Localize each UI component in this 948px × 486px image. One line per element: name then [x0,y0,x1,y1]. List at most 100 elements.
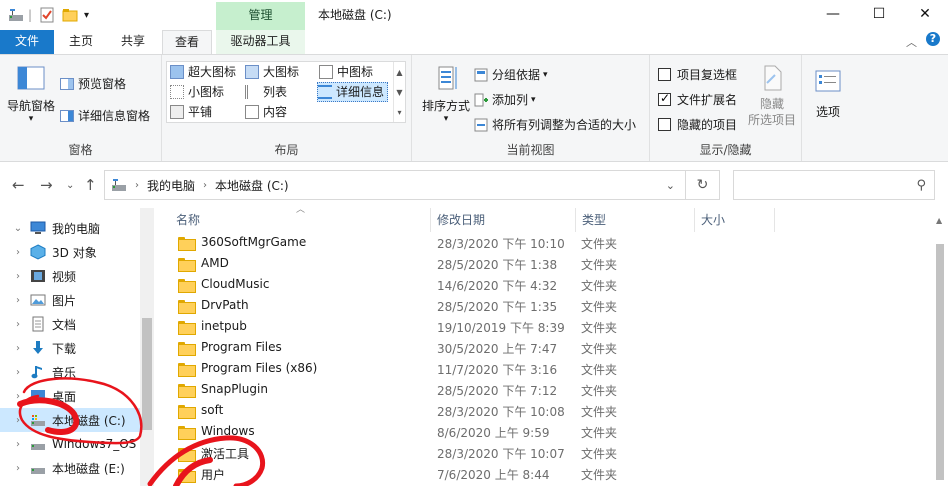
table-row[interactable]: AMD 28/5/2020 下午 1:38 文件夹 [168,253,938,274]
breadcrumb-separator-icon[interactable]: › [135,180,139,191]
minimize-icon[interactable]: — [810,0,856,28]
item-checkboxes-toggle[interactable]: 项目复选框 [658,66,737,83]
file-extensions-toggle[interactable]: 文件扩展名 [658,91,737,108]
layout-small-icons[interactable]: 小图标 [170,82,224,102]
details-pane-button[interactable]: 详细信息窗格 [60,107,150,124]
collapsed-chevron-icon[interactable]: › [12,463,24,474]
nav-pane-icon [17,66,45,90]
file-date: 28/3/2020 下午 10:07 [437,447,565,461]
help-icon[interactable]: ? [926,32,940,46]
maximize-icon[interactable]: ☐ [856,0,902,28]
table-row[interactable]: 360SoftMgrGame 28/3/2020 下午 10:10 文件夹 [168,232,938,253]
nav-pane-button[interactable]: 导航窗格 ▾ [6,63,56,124]
collapsed-chevron-icon[interactable]: › [12,415,24,426]
tab-file[interactable]: 文件 [0,30,54,54]
back-arrow-icon[interactable]: ← [12,176,25,194]
table-row[interactable]: Windows 8/6/2020 上午 9:59 文件夹 [168,421,938,442]
tab-home[interactable]: 主页 [58,30,104,54]
group-by-button[interactable]: 分组依据 ▾ [474,66,548,83]
collapsed-chevron-icon[interactable]: › [12,295,24,306]
nav-item-pictures[interactable]: › 图片 [0,288,140,312]
nav-item-desktop[interactable]: › 桌面 [0,384,140,408]
layout-list[interactable]: 列表 [245,82,287,102]
column-header-size[interactable]: 大小 [695,208,773,232]
table-row[interactable]: SnapPlugin 28/5/2020 下午 7:12 文件夹 [168,379,938,400]
collapsed-chevron-icon[interactable]: › [12,319,24,330]
preview-pane-button[interactable]: 预览窗格 [60,75,126,92]
search-input[interactable]: ⚲ [733,170,935,200]
chevron-up-icon[interactable]: ▲ [396,68,402,77]
hidden-items-toggle[interactable]: 隐藏的项目 [658,116,737,133]
breadcrumb-separator-icon[interactable]: › [203,180,207,191]
table-row[interactable]: Program Files 30/5/2020 上午 7:47 文件夹 [168,337,938,358]
collapsed-chevron-icon[interactable]: › [12,367,24,378]
layout-tiles[interactable]: 平铺 [170,102,212,122]
chevron-up-icon[interactable]: ▲ [936,216,942,225]
gallery-scroll[interactable]: ▲ ▼ ▾ [393,62,405,122]
recent-locations-icon[interactable]: ⌄ [66,180,74,191]
tab-view[interactable]: 查看 [162,30,212,55]
nav-item-videos[interactable]: › 视频 [0,264,140,288]
collapsed-chevron-icon[interactable]: › [12,343,24,354]
nav-item-music[interactable]: › 音乐 [0,360,140,384]
tab-share[interactable]: 共享 [110,30,156,54]
table-row[interactable]: 用户 7/6/2020 上午 8:44 文件夹 [168,463,938,484]
hidden-items-checkbox[interactable] [658,118,671,131]
collapsed-chevron-icon[interactable]: › [12,247,24,258]
nav-item-my-computer[interactable]: ⌄ 我的电脑 [0,216,140,240]
layout-large-icons[interactable]: 大图标 [245,62,299,82]
hide-selected-button[interactable]: 隐藏 所选项目 [744,63,800,128]
close-icon[interactable]: ✕ [902,0,948,28]
file-name: CloudMusic [201,277,270,291]
new-folder-icon[interactable] [62,6,78,24]
expanded-chevron-icon[interactable]: ⌄ [12,223,24,234]
fit-columns-button[interactable]: 将所有列调整为合适的大小 [474,116,636,133]
nav-item-local-disk-e[interactable]: › 本地磁盘 (E:) [0,456,140,480]
tab-drive-tools[interactable]: 驱动器工具 [216,30,305,54]
breadcrumb-local-disk-c[interactable]: 本地磁盘 (C:) [215,177,289,194]
add-columns-button[interactable]: 添加列 ▾ [474,91,536,108]
sort-by-button[interactable]: 排序方式 ▾ [420,63,472,124]
column-header-date-modified[interactable]: 修改日期 [431,208,573,232]
table-row[interactable]: inetpub 19/10/2019 下午 8:39 文件夹 [168,316,938,337]
table-row[interactable]: 激活工具 28/3/2020 下午 10:07 文件夹 [168,442,938,463]
column-header-name[interactable]: 名称 [170,208,428,232]
file-extensions-checkbox[interactable] [658,91,671,106]
gallery-expand-icon[interactable]: ▾ [397,108,401,117]
column-header-type[interactable]: 类型 [576,208,692,232]
nav-item-downloads[interactable]: › 下载 [0,336,140,360]
collapsed-chevron-icon[interactable]: › [12,271,24,282]
collapse-ribbon-icon[interactable]: ︿ [906,34,917,50]
address-dropdown-icon[interactable]: ⌄ [666,179,675,192]
nav-item-documents[interactable]: › 文档 [0,312,140,336]
navigation-pane-scroll-thumb[interactable] [142,318,152,430]
nav-item-local-disk-c[interactable]: › 本地磁盘 (C:) [0,408,140,432]
nav-item-3d-objects[interactable]: › 3D 对象 [0,240,140,264]
file-list-scroll-thumb[interactable] [936,244,944,480]
chevron-down-icon[interactable]: ▼ [396,88,402,97]
layout-medium-icons[interactable]: 中图标 [319,62,373,82]
layout-content[interactable]: 内容 [245,102,287,122]
item-checkboxes-checkbox[interactable] [658,68,671,81]
forward-arrow-icon[interactable]: → [40,176,53,194]
column-separator[interactable] [774,208,775,232]
quick-access-dropdown-icon[interactable]: ▾ [84,6,89,24]
table-row[interactable]: CloudMusic 14/6/2020 下午 4:32 文件夹 [168,274,938,295]
table-row[interactable]: DrvPath 28/5/2020 下午 1:35 文件夹 [168,295,938,316]
collapsed-chevron-icon[interactable]: › [12,439,24,450]
layout-extra-large-icons[interactable]: 超大图标 [170,62,236,82]
table-row[interactable]: soft 28/3/2020 下午 10:08 文件夹 [168,400,938,421]
nav-item-windows7-os[interactable]: › Windows7_OS [0,432,140,456]
address-bar[interactable]: › 我的电脑 › 本地磁盘 (C:) ⌄ [104,170,686,200]
options-button[interactable]: 选项 [808,67,848,120]
folder-icon [178,447,196,462]
layout-details[interactable]: 详细信息 [317,82,389,102]
up-arrow-icon[interactable]: ↑ [84,176,97,194]
collapsed-chevron-icon[interactable]: › [12,391,24,402]
breadcrumb-my-computer[interactable]: 我的电脑 [147,177,195,194]
refresh-icon[interactable]: ↻ [686,170,720,200]
layout-item-label: 详细信息 [336,85,385,99]
table-row[interactable]: Program Files (x86) 11/7/2020 下午 3:16 文件夹 [168,358,938,379]
properties-icon[interactable] [40,6,54,24]
computer-icon [30,221,46,234]
